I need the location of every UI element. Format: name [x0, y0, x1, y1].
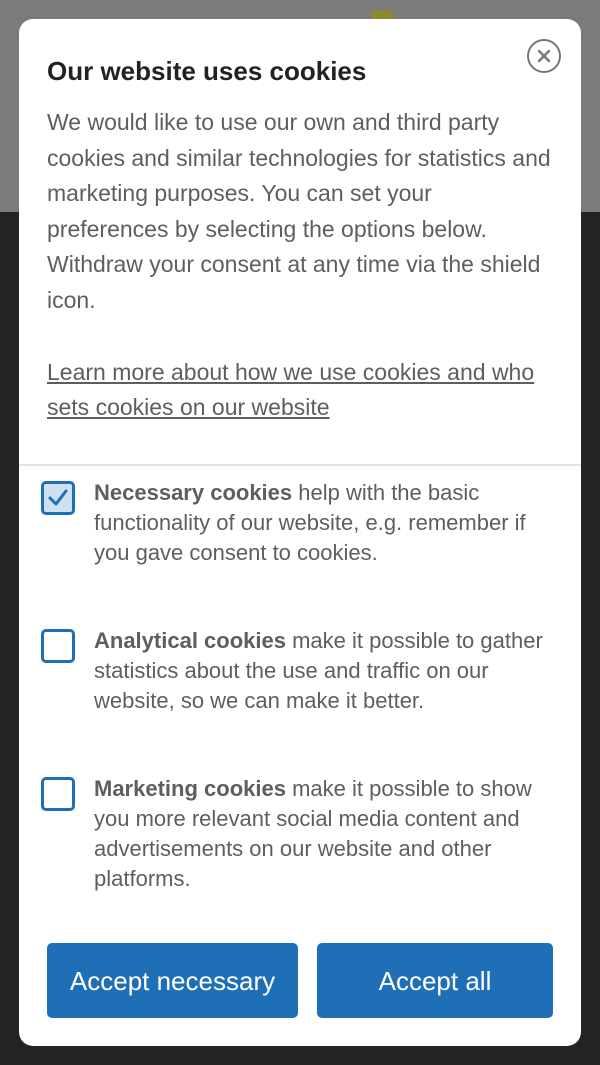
close-circle-icon[interactable]: [527, 39, 561, 73]
accept-all-button[interactable]: Accept all: [317, 943, 553, 1018]
marketing-cookies-checkbox[interactable]: [41, 777, 75, 811]
learn-more-link[interactable]: Learn more about how we use cookies and …: [47, 355, 559, 425]
necessary-cookies-checkbox[interactable]: [41, 481, 75, 515]
option-name: Marketing cookies: [94, 776, 286, 801]
divider: [19, 464, 581, 466]
analytical-cookies-text: Analytical cookies make it possible to g…: [94, 626, 554, 716]
cookie-consent-dialog: Our website uses cookies We would like t…: [19, 19, 581, 1046]
dialog-intro-text: We would like to use our own and third p…: [47, 109, 551, 313]
option-name: Analytical cookies: [94, 628, 286, 653]
necessary-cookies-text: Necessary cookies help with the basic fu…: [94, 478, 554, 568]
accept-necessary-button[interactable]: Accept necessary: [47, 943, 298, 1018]
option-name: Necessary cookies: [94, 480, 293, 505]
checkmark-icon: [48, 489, 68, 506]
marketing-cookies-text: Marketing cookies make it possible to sh…: [94, 774, 554, 894]
analytical-cookies-checkbox[interactable]: [41, 629, 75, 663]
dialog-title: Our website uses cookies: [47, 56, 367, 86]
